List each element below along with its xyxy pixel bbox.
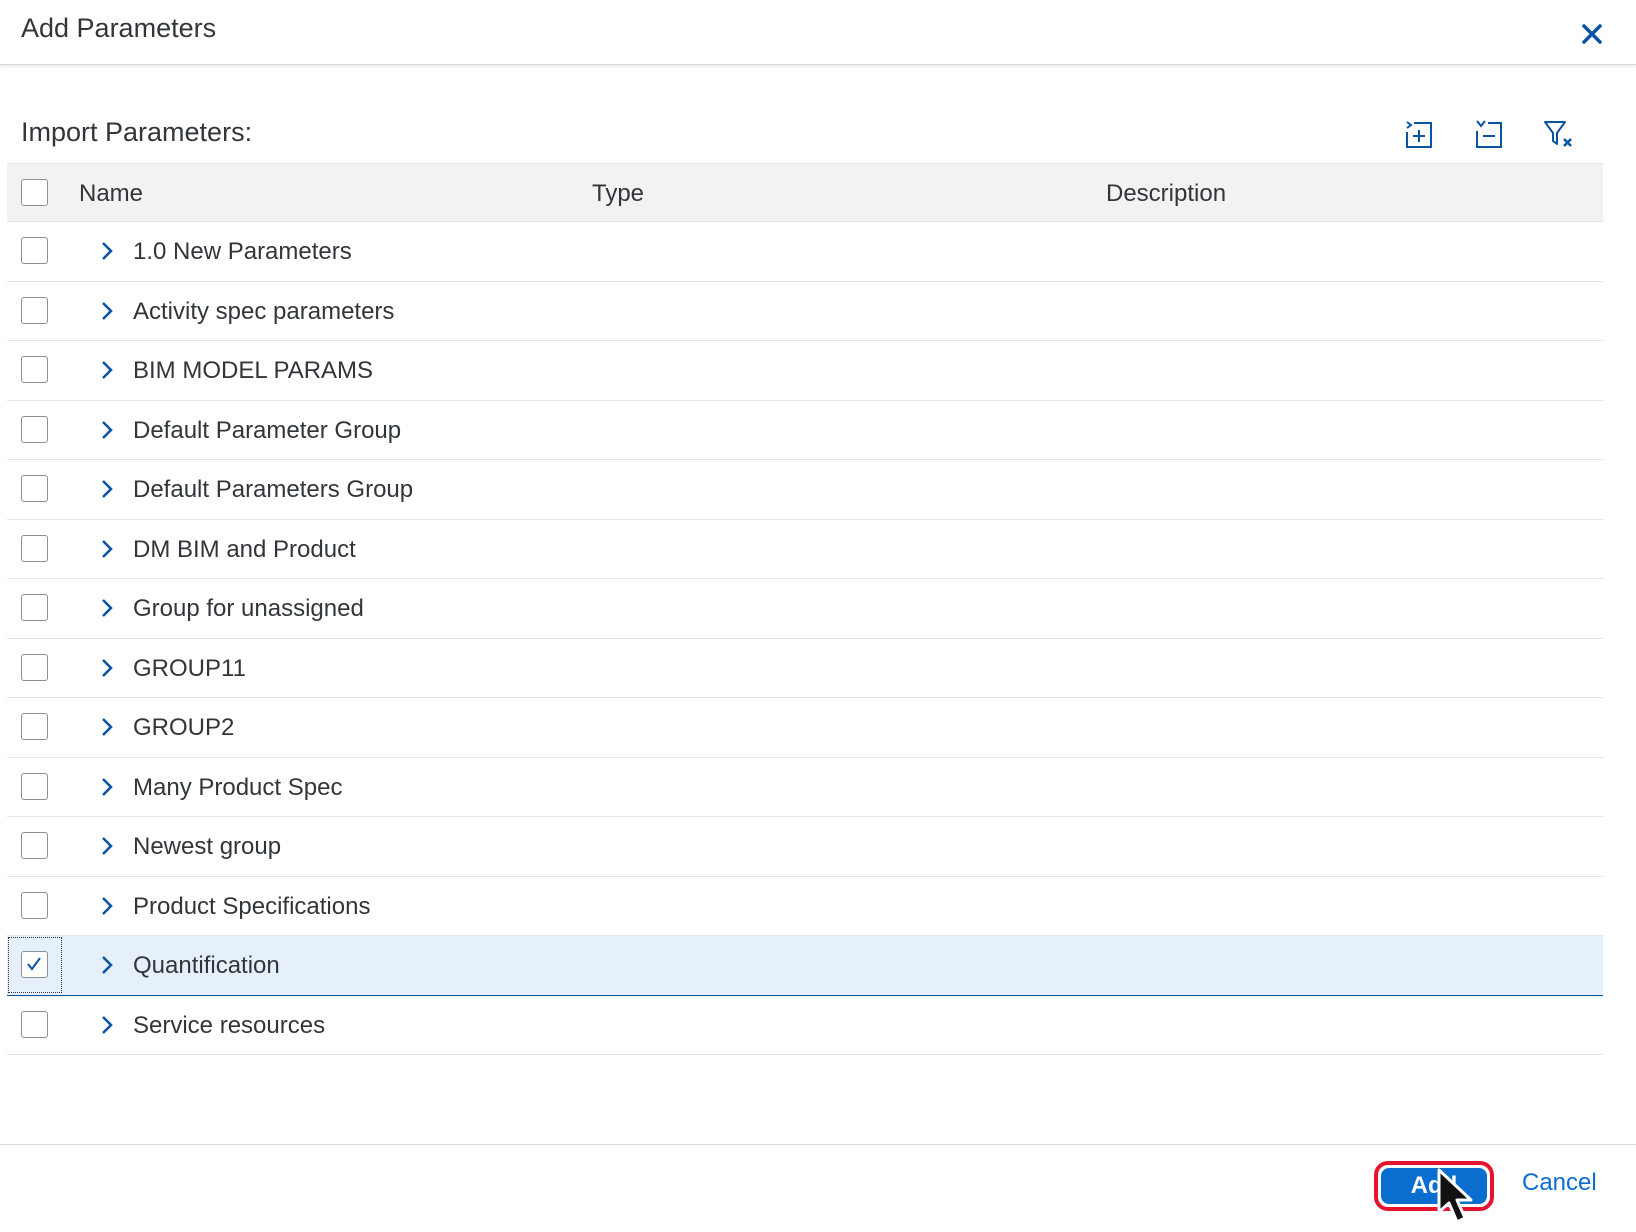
chevron-right-icon[interactable] — [95, 953, 119, 977]
table-body: 1.0 New Parameters Activity spec paramete… — [7, 222, 1603, 1055]
row-name: Group for unassigned — [133, 595, 364, 622]
table-row[interactable]: GROUP11 — [7, 638, 1603, 698]
row-checkbox[interactable] — [21, 713, 48, 740]
chevron-right-icon[interactable] — [95, 775, 119, 799]
column-header-type[interactable]: Type — [592, 180, 644, 208]
row-name: Default Parameter Group — [133, 416, 402, 444]
table-row[interactable]: Newest group — [7, 817, 1603, 877]
table-row[interactable]: Many Product Spec — [7, 757, 1603, 817]
row-checkbox[interactable] — [21, 891, 48, 919]
chevron-right-icon[interactable] — [95, 1013, 119, 1037]
table-row[interactable]: Product Specifications — [7, 876, 1603, 936]
row-name: Default Parameters Group — [133, 476, 414, 503]
chevron-right-icon[interactable] — [95, 358, 119, 382]
row-checkbox[interactable] — [21, 594, 48, 621]
chevron-right-icon[interactable] — [95, 656, 119, 680]
row-checkbox[interactable] — [21, 534, 48, 562]
row-checkbox[interactable] — [21, 653, 48, 681]
dialog-header: Add Parameters — [0, 0, 1636, 65]
row-name: Activity spec parameters — [133, 297, 395, 325]
chevron-right-icon[interactable] — [95, 239, 119, 263]
chevron-right-icon[interactable] — [95, 418, 119, 442]
chevron-right-icon[interactable] — [95, 834, 119, 858]
section-title: Import Parameters: — [21, 117, 253, 147]
row-name: 1.0 New Parameters — [133, 238, 352, 265]
table-row[interactable]: Quantification — [7, 936, 1603, 996]
chevron-right-icon[interactable] — [95, 894, 119, 918]
chevron-right-icon[interactable] — [95, 477, 119, 501]
row-checkbox[interactable] — [21, 475, 48, 502]
table-row[interactable]: Group for unassigned — [7, 579, 1603, 639]
row-name: BIM MODEL PARAMS — [133, 357, 374, 384]
table-row[interactable]: Default Parameter Group — [7, 400, 1603, 460]
table-row[interactable]: DM BIM and Product — [7, 519, 1603, 579]
column-header-description[interactable]: Description — [1106, 180, 1226, 208]
row-checkbox[interactable] — [21, 237, 48, 264]
row-name: GROUP11 — [133, 654, 246, 682]
row-name: Many Product Spec — [133, 773, 343, 801]
row-checkbox[interactable] — [21, 772, 48, 800]
select-all-checkbox[interactable] — [21, 179, 48, 206]
table-row[interactable]: GROUP2 — [7, 698, 1603, 758]
close-icon[interactable] — [1572, 14, 1612, 54]
row-name: Product Specifications — [133, 892, 371, 920]
table-row[interactable]: Service resources — [7, 995, 1603, 1055]
cancel-button[interactable]: Cancel — [1522, 1169, 1597, 1197]
row-name: GROUP2 — [133, 714, 235, 741]
add-parameters-dialog: Add Parameters Import Parameters: Name T… — [0, 0, 1636, 1232]
column-header-name[interactable]: Name — [79, 180, 143, 208]
row-checkbox[interactable] — [21, 1010, 48, 1038]
row-name: Newest group — [133, 833, 282, 860]
table-row[interactable]: BIM MODEL PARAMS — [7, 341, 1603, 401]
table-row[interactable]: Default Parameters Group — [7, 460, 1603, 520]
collapse-all-icon[interactable] — [1470, 116, 1506, 152]
row-name: Quantification — [133, 952, 280, 979]
row-name: Service resources — [133, 1011, 326, 1039]
chevron-right-icon[interactable] — [95, 537, 119, 561]
row-checkbox[interactable] — [21, 356, 48, 383]
mouse-cursor-icon — [1433, 1166, 1493, 1232]
checkmark-icon — [27, 957, 41, 971]
table-header: Name Type Description — [7, 163, 1603, 222]
chevron-right-icon[interactable] — [95, 596, 119, 620]
row-checkbox[interactable] — [21, 832, 48, 859]
dialog-title: Add Parameters — [21, 13, 217, 43]
clear-filter-icon[interactable] — [1540, 116, 1576, 152]
chevron-right-icon[interactable] — [95, 299, 119, 323]
row-checkbox[interactable] — [21, 415, 48, 443]
row-checkbox[interactable] — [21, 296, 48, 324]
dialog-footer: Add Cancel — [0, 1144, 1636, 1232]
table-row[interactable]: 1.0 New Parameters — [7, 222, 1603, 282]
chevron-right-icon[interactable] — [95, 715, 119, 739]
table-row[interactable]: Activity spec parameters — [7, 281, 1603, 341]
row-checkbox[interactable] — [21, 951, 48, 978]
row-name: DM BIM and Product — [133, 535, 356, 563]
parameters-table: Name Type Description 1.0 New Parameters… — [7, 163, 1603, 1055]
expand-all-icon[interactable] — [1400, 116, 1436, 152]
